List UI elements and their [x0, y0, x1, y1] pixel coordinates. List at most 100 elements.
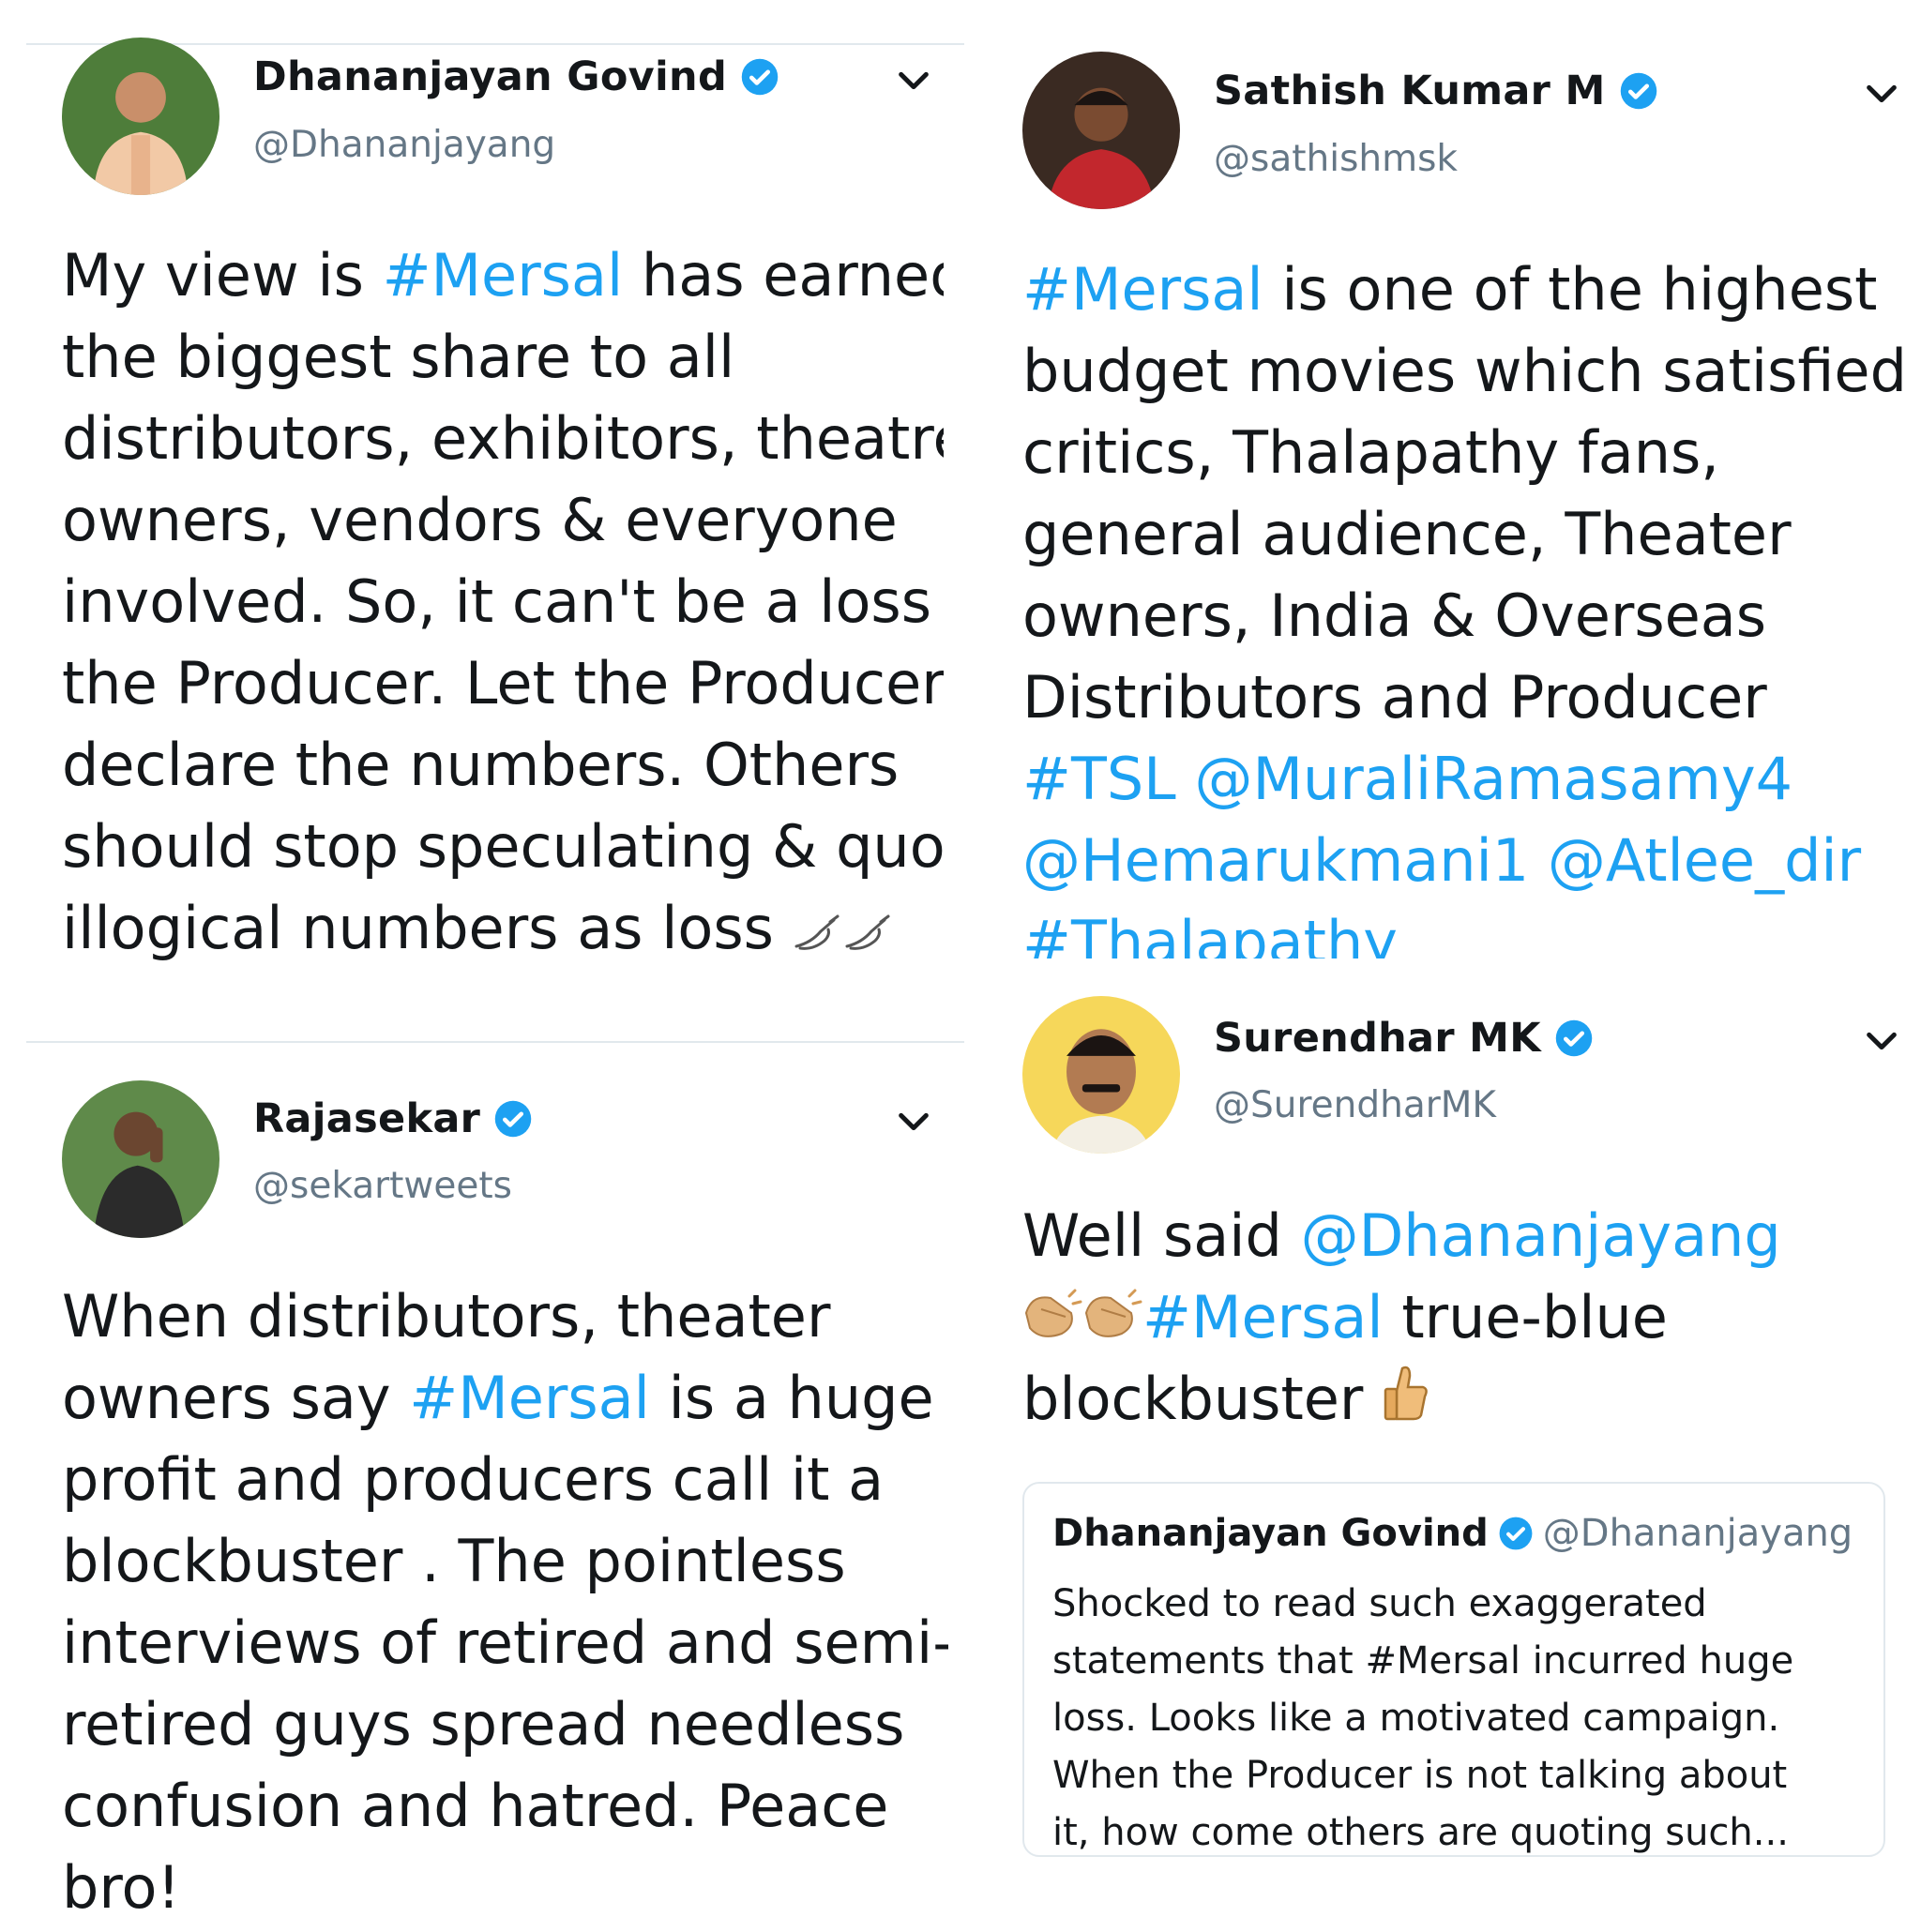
user-avatar[interactable] [1022, 996, 1180, 1154]
chevron-down-icon[interactable] [895, 62, 932, 99]
user-avatar[interactable] [1022, 52, 1180, 209]
person-avatar-icon [62, 1080, 219, 1238]
tweet-text-line: blockbuster [1022, 1358, 1909, 1440]
tweet-text-line: illogical numbers as loss [62, 887, 944, 961]
tweet-text-line: retired guys spread needless [62, 1683, 948, 1765]
tweet-text-line: owners say #Mersal is a huge [62, 1357, 948, 1439]
tweet-text-line: distributors, exhibitors, theatre [62, 398, 944, 479]
tweet-text-span: blockbuster [1022, 1365, 1383, 1433]
tweet-text-span: declare the numbers. Others [62, 731, 900, 799]
quoted-text-line: it, how come others are quoting such... [1052, 1811, 1789, 1854]
user-avatar[interactable] [62, 1080, 219, 1238]
hashtag-link[interactable]: #Mersal [1142, 1283, 1384, 1351]
tweet-text: #Mersal is one of the highest budget movi… [1022, 249, 1909, 958]
mention-link[interactable]: @Dhananjayang [1301, 1201, 1781, 1270]
display-name[interactable]: Dhananjayan Govind [253, 53, 727, 100]
tweet-text-span: is a huge [649, 1364, 934, 1432]
mention-link[interactable]: @Atlee_dir [1548, 826, 1861, 895]
tweet-text-span: is one of the highest [1263, 255, 1878, 324]
user-handle[interactable]: @SurendharMK [1214, 1084, 1496, 1126]
user-handle[interactable]: @sathishmsk [1214, 138, 1458, 180]
tweet-text-span: My view is [62, 241, 383, 309]
mention-link[interactable]: @Hemarukmani1 [1022, 826, 1529, 895]
tweet-text-span [1529, 826, 1548, 895]
tweet-text-span: the Producer. Let the Producer [62, 649, 944, 717]
quoted-handle: @Dhananjayang [1542, 1512, 1853, 1555]
tweet-text-line: #TSL @MuraliRamasamy4 [1022, 738, 1909, 820]
mention-link[interactable]: @MuraliRamasamy4 [1194, 745, 1792, 813]
tweet-text-line: #Thalapathy [1022, 901, 1909, 958]
tweet-text-line: the Producer. Let the Producer [62, 642, 944, 724]
tweet-text-line: general audience, Theater [1022, 493, 1909, 575]
clapping-hands-icon [1082, 1280, 1142, 1362]
writing-hand-icon [843, 891, 894, 961]
person-avatar-icon [62, 38, 219, 195]
tweet-text-line: should stop speculating & quote [62, 806, 944, 887]
tweet-card: Rajasekar @sekartweets When distributors… [0, 1041, 960, 1922]
tweet-text-line: critics, Thalapathy fans, [1022, 412, 1909, 493]
chevron-down-icon[interactable] [1863, 75, 1900, 113]
hashtag-link[interactable]: #Thalapathy [1022, 908, 1398, 958]
verified-badge-icon [493, 1099, 533, 1139]
tweet-text-span: should stop speculating & quote [62, 812, 944, 881]
tweet-text-span: Distributors and Producer [1022, 663, 1767, 732]
display-name[interactable]: Rajasekar [253, 1095, 480, 1142]
tweet-text-span: owners, vendors & everyone [62, 486, 898, 554]
tweet-text-span: critics, Thalapathy fans, [1022, 418, 1720, 487]
tweet-text-span: illogical numbers as loss [62, 894, 793, 961]
tweet-text-line: #Mersal is one of the highest [1022, 249, 1909, 330]
quoted-text-line: Shocked to read such exaggerated [1052, 1582, 1707, 1625]
tweet-text-line: profit and producers call it a [62, 1439, 948, 1520]
tweet-text-span: interviews of retired and semi- [62, 1608, 948, 1677]
display-name[interactable]: Surendhar MK [1214, 1015, 1541, 1062]
quoted-tweet[interactable]: Dhananjayan Govind @Dhananjayang Shocked… [1022, 1482, 1885, 1857]
user-avatar[interactable] [62, 38, 219, 195]
tweet-text-line: bro! [62, 1847, 948, 1928]
verified-badge-icon [1554, 1019, 1594, 1058]
tweet-text-span: distributors, exhibitors, theatre [62, 404, 944, 473]
display-name[interactable]: Sathish Kumar M [1214, 68, 1606, 114]
tweet-text: My view is #Mersal has earned the biggest… [62, 234, 944, 961]
tweet-text-line: #Mersal true-blue [1022, 1276, 1909, 1358]
verified-badge-icon [1498, 1516, 1534, 1551]
tweet-text-span [1176, 745, 1195, 813]
quoted-text-line: loss. Looks like a motivated campaign. [1052, 1697, 1780, 1740]
tweet-text: Well said @Dhananjayang #Mersal true-blue… [1022, 1195, 1909, 1448]
quoted-text-line: statements that #Mersal incurred huge [1052, 1639, 1794, 1683]
person-avatar-icon [1022, 996, 1180, 1154]
tweet-text-line: interviews of retired and semi- [62, 1602, 948, 1683]
tweet-text-span: true-blue [1383, 1283, 1668, 1351]
tweet-text-line: owners, vendors & everyone [62, 479, 944, 561]
quoted-display-name: Dhananjayan Govind [1052, 1512, 1489, 1555]
tweet-text-span: profit and producers call it a [62, 1445, 885, 1514]
tweet-text-line: My view is #Mersal has earned [62, 234, 944, 316]
writing-hand-icon [793, 891, 843, 961]
tweet-card: Surendhar MK @SurendharMK Well said @Dha… [960, 985, 1921, 1921]
tweet-text-span: involved. So, it can't be a loss to [62, 567, 944, 636]
hashtag-link[interactable]: #TSL [1022, 745, 1176, 813]
tweet-text-line: blockbuster . The pointless [62, 1520, 948, 1602]
tweet-text-span: bro! [62, 1853, 181, 1922]
tweet-text-line: When distributors, theater [62, 1275, 948, 1357]
clapping-hands-icon [1022, 1280, 1082, 1362]
hashtag-link[interactable]: #Mersal [409, 1364, 650, 1432]
tweet-text-span: budget movies which satisfied [1022, 337, 1907, 405]
hashtag-link[interactable]: #Mersal [383, 241, 624, 309]
person-avatar-icon [1022, 52, 1180, 209]
tweet-text: When distributors, theater owners say #Me… [62, 1275, 948, 1932]
tweet-text-span: confusion and hatred. Peace [62, 1772, 889, 1840]
chevron-down-icon[interactable] [895, 1103, 932, 1140]
tweet-text-span: Well said [1022, 1201, 1301, 1270]
hashtag-link[interactable]: #Mersal [1022, 255, 1263, 324]
chevron-down-icon[interactable] [1863, 1022, 1900, 1060]
tweet-text-span: the biggest share to all [62, 323, 735, 391]
tweet-card: Dhananjayan Govind @Dhananjayang My view… [0, 0, 960, 994]
tweet-text-line: owners, India & Overseas [1022, 575, 1909, 657]
user-handle[interactable]: @sekartweets [253, 1165, 512, 1207]
tweet-text-line: confusion and hatred. Peace [62, 1765, 948, 1847]
verified-badge-icon [1619, 71, 1658, 111]
tweet-text-line: Well said @Dhananjayang [1022, 1195, 1909, 1276]
tweet-text-span: owners, India & Overseas [1022, 581, 1767, 650]
user-handle[interactable]: @Dhananjayang [253, 124, 555, 166]
tweet-text-line: involved. So, it can't be a loss to [62, 561, 944, 642]
